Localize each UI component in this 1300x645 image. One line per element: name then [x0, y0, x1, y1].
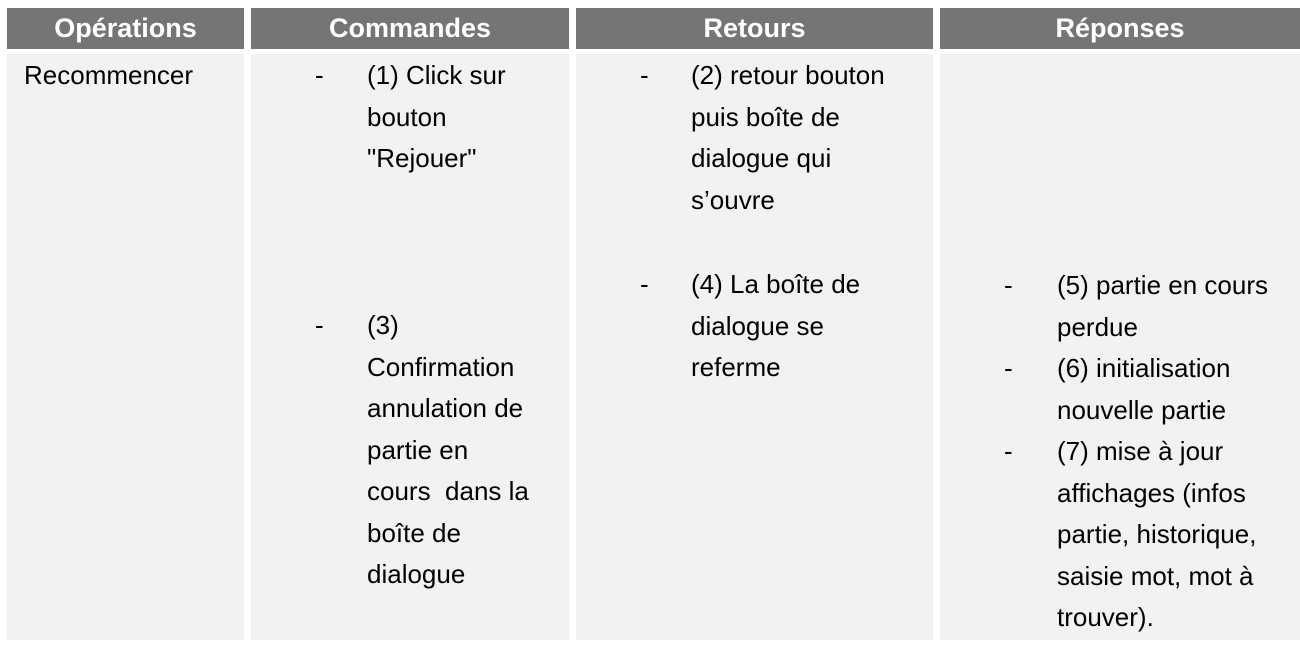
- bullet-dash: -: [1004, 353, 1013, 383]
- operation-name: Recommencer: [24, 60, 194, 90]
- list-item-text: (3) Confirmation annulation de partie en…: [367, 310, 529, 589]
- bullet-dash: -: [315, 310, 324, 340]
- header-operations: Opérations: [7, 8, 244, 49]
- header-retours: Retours: [576, 8, 933, 49]
- bullet-dash: -: [640, 60, 649, 90]
- bullet-dash: -: [1004, 436, 1013, 466]
- cell-operations: Recommencer: [7, 54, 244, 640]
- cell-retours: - (2) retour bouton puis boîte de dialog…: [576, 54, 933, 640]
- list-item-text: (6) initialisation nouvelle partie: [1057, 353, 1231, 425]
- list-item-text: (5) partie en cours perdue: [1057, 270, 1268, 342]
- cell-commandes: - (1) Click sur bouton "Rejouer" - (3) C…: [251, 54, 569, 640]
- header-commandes: Commandes: [251, 8, 569, 49]
- bullet-dash: -: [1004, 270, 1013, 300]
- bullet-dash: -: [315, 60, 324, 90]
- cell-reponses: - (5) partie en cours perdue - (6) initi…: [940, 54, 1300, 640]
- list-item-text: (1) Click sur bouton "Rejouer": [367, 60, 506, 173]
- list-item-text: (7) mise à jour affichages (infos partie…: [1057, 436, 1257, 632]
- list-item-text: (4) La boîte de dialogue se referme: [691, 269, 861, 382]
- header-reponses: Réponses: [940, 8, 1300, 49]
- list-item-text: (2) retour bouton puis boîte de dialogue…: [691, 60, 885, 215]
- operations-table: Opérations Commandes Retours Réponses Re…: [0, 0, 1300, 645]
- bullet-dash: -: [640, 269, 649, 299]
